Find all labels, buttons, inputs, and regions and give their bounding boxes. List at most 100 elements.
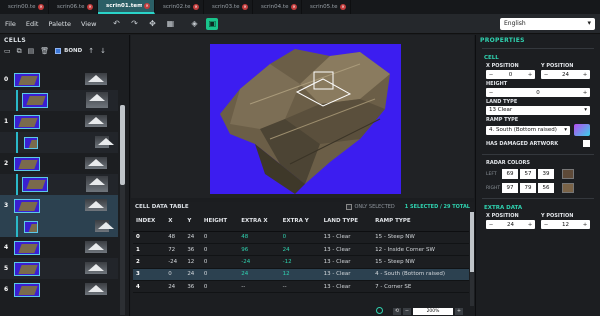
tab-scrin01[interactable]: scrin01.tem (TS)✕ [98,0,155,14]
column-header[interactable]: EXTRA X [238,212,280,232]
extra-y-value[interactable]: 12 [551,222,580,228]
menu-edit[interactable]: Edit [21,20,44,28]
decrement-button[interactable]: − [486,72,496,78]
table-row-selected[interactable]: 3 0 24 0 24 12 13 - Clear 4 - South (Bot… [133,268,469,282]
tile-viewport[interactable] [131,35,474,198]
only-selected-checkbox[interactable] [346,204,353,210]
cell-ramp-type: 7 - Corner SE [372,280,469,294]
cell-row[interactable]: 5 [0,258,118,279]
damaged-artwork-checkbox[interactable] [583,140,590,147]
increment-button[interactable]: + [525,72,535,78]
decrement-button[interactable]: − [486,90,496,96]
menu-file[interactable]: File [0,20,21,28]
radar-left-swatch[interactable] [562,169,574,179]
radar-left-g[interactable]: 57 [520,169,536,179]
scrollbar-thumb[interactable] [120,105,125,185]
close-icon[interactable]: ✕ [291,4,297,10]
increment-button[interactable]: + [525,222,535,228]
cell-row[interactable]: 2 [0,153,118,174]
tab-scrin00[interactable]: scrin00.tem (TS)✕ [0,0,49,14]
radar-right-r[interactable]: 97 [502,183,518,193]
close-icon[interactable]: ✕ [144,3,150,9]
scrollbar-thumb[interactable] [470,212,474,272]
table-scrollbar[interactable] [470,212,474,306]
select-tool-icon[interactable]: ▣ [206,17,219,30]
tab-scrin03[interactable]: scrin03.tem (TS)✕ [204,0,253,14]
radar-left-r[interactable]: 69 [502,169,518,179]
table-row[interactable]: 0 48 24 0 48 0 13 - Clear 15 - Steep NW [133,231,469,244]
radar-right-b[interactable]: 56 [538,183,554,193]
column-header[interactable]: RAMP TYPE [372,212,469,232]
only-selected-toggle[interactable]: ONLY SELECTED [346,204,395,210]
increment-button[interactable]: + [580,90,590,96]
x-position-stepper[interactable]: −0 + [486,70,535,79]
close-icon[interactable]: ✕ [242,4,248,10]
close-icon[interactable]: ✕ [87,4,93,10]
tab-scrin04[interactable]: scrin04.tem (TS)✕ [253,0,302,14]
grid-icon[interactable]: ▦ [164,18,176,30]
cell-row[interactable] [0,90,118,111]
tile-canvas[interactable] [210,44,401,194]
extra-x-value[interactable]: 24 [496,222,525,228]
menu-palette[interactable]: Palette [43,20,76,28]
extra-x-stepper[interactable]: −24 + [486,220,535,229]
decrement-button[interactable]: − [486,222,496,228]
column-header[interactable]: INDEX [133,212,166,232]
column-header[interactable]: Y [184,212,201,232]
y-position-value[interactable]: 24 [551,72,580,78]
undo-icon[interactable]: ↶ [110,18,122,30]
tab-scrin02[interactable]: scrin02.tem (TS)✕ [155,0,204,14]
cell-row-selected[interactable]: 3 [0,195,118,216]
cells-scrollbar[interactable] [120,105,125,315]
table-row[interactable]: 1 72 36 0 96 24 13 - Clear 12 - Inside C… [133,243,469,257]
new-cell-icon[interactable]: ▭ [4,47,11,55]
table-row[interactable]: 4 24 36 0 -- -- 13 - Clear 7 - Corner SE [133,280,469,294]
column-header[interactable]: X [165,212,185,232]
radar-right-g[interactable]: 79 [520,183,536,193]
zoom-reset-icon[interactable]: ⟲ [393,307,401,315]
x-position-value[interactable]: 0 [496,72,525,78]
height-stepper[interactable]: −0 + [486,88,590,97]
extra-y-stepper[interactable]: −12 + [541,220,590,229]
radar-right-swatch[interactable] [562,183,574,193]
radar-left-b[interactable]: 39 [538,169,554,179]
cell-row[interactable] [0,132,118,153]
close-icon[interactable]: ✕ [193,4,199,10]
cell-row[interactable]: 1 [0,111,118,132]
increment-button[interactable]: + [580,72,590,78]
y-position-stepper[interactable]: −24 + [541,70,590,79]
column-header[interactable]: EXTRA Y [279,212,321,232]
cell-row[interactable]: 0 [0,69,118,90]
menu-view[interactable]: View [76,20,101,28]
land-type-select[interactable]: 13 Clear ▾ [486,106,590,115]
delete-icon[interactable]: 🗑 [40,47,49,55]
zoom-out-button[interactable]: − [403,307,411,315]
zoom-value[interactable]: 200% [413,307,453,315]
ramp-type-select[interactable]: 4. South (Bottom raised) ▾ [486,125,570,135]
column-header[interactable]: HEIGHT [200,212,239,232]
close-icon[interactable]: ✕ [340,4,346,10]
height-value[interactable]: 0 [496,90,580,96]
cell-row[interactable] [0,174,118,195]
paste-icon[interactable]: ▤ [28,47,35,55]
tab-scrin05[interactable]: scrin05.tem (TS)✕ [302,0,351,14]
table-row[interactable]: 2 -24 12 0 -24 -12 13 - Clear 15 - Steep… [133,255,469,269]
cell-row[interactable]: 4 [0,237,118,258]
diamond-icon[interactable]: ◈ [188,18,200,30]
close-icon[interactable]: ✕ [38,4,44,10]
copy-icon[interactable]: ⧉ [17,47,22,56]
column-header[interactable]: LAND TYPE [320,212,373,232]
decrement-button[interactable]: − [541,222,551,228]
redo-icon[interactable]: ↷ [128,18,140,30]
bond-checkbox[interactable] [55,48,62,54]
arrow-up-icon[interactable]: ↑ [88,47,94,55]
increment-button[interactable]: + [580,222,590,228]
cell-row[interactable]: 6 [0,279,118,300]
cell-row-selected[interactable] [0,216,118,237]
language-select[interactable]: English ▾ [500,18,595,30]
zoom-in-button[interactable]: + [455,307,463,315]
tab-scrin06[interactable]: scrin06.tem (TS)✕ [49,0,98,14]
decrement-button[interactable]: − [541,72,551,78]
arrow-down-icon[interactable]: ↓ [100,47,106,55]
move-icon[interactable]: ✥ [146,18,158,30]
